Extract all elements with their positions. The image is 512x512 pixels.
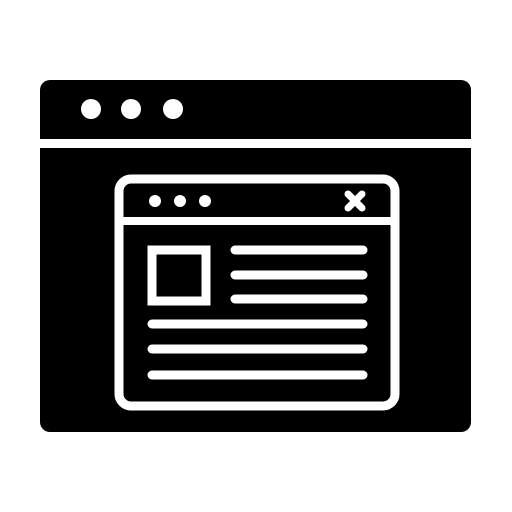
inner-dot-icon xyxy=(149,195,161,207)
inner-title-bar-divider xyxy=(119,217,395,225)
outer-dot-icon xyxy=(81,99,101,119)
inner-dot-icon xyxy=(174,195,186,207)
close-icon xyxy=(344,190,366,212)
outer-dot-icon xyxy=(163,99,183,119)
icon-canvas xyxy=(0,0,512,512)
inner-dot-icon xyxy=(199,195,211,207)
outer-title-bar-divider xyxy=(40,139,471,148)
outer-dot-icon xyxy=(121,99,141,119)
outer-title-bar-dots xyxy=(81,99,183,119)
inner-title-bar-dots xyxy=(149,195,211,207)
browser-window-icon xyxy=(40,80,471,432)
